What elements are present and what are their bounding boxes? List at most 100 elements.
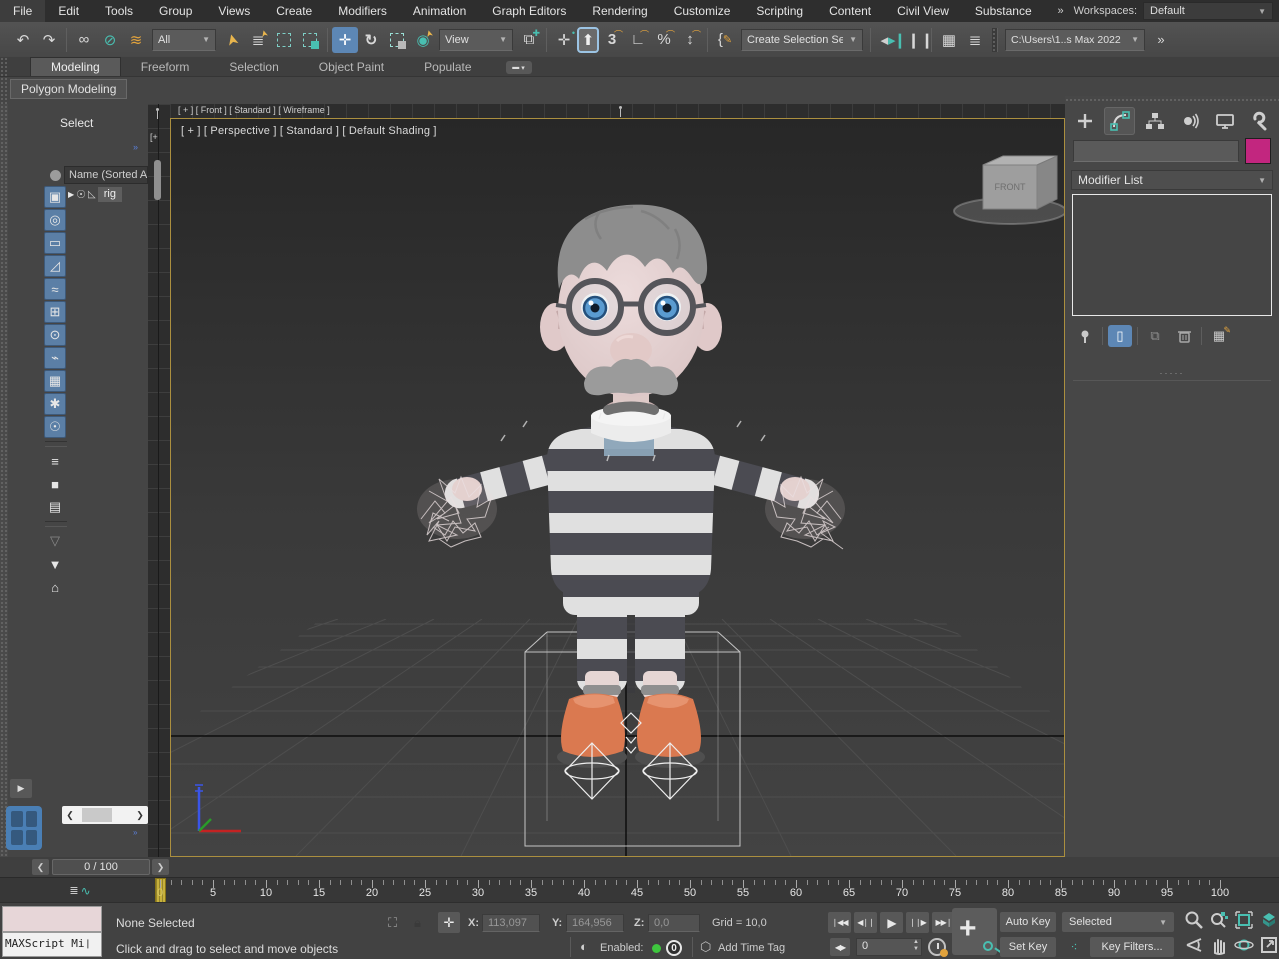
modifier-list-dropdown[interactable]: Modifier List ▼: [1071, 170, 1273, 190]
tab-display[interactable]: [1209, 107, 1240, 135]
z-coordinate-field[interactable]: 0,0: [648, 914, 700, 932]
explorer-list-view-icon[interactable]: ≡: [44, 450, 66, 472]
explorer-radio-icon[interactable]: [50, 170, 61, 181]
polygon-modeling-tab[interactable]: Polygon Modeling: [10, 79, 128, 99]
scroll-right-icon[interactable]: ❯: [132, 810, 148, 821]
explorer-detail-view-icon[interactable]: ▤: [44, 496, 66, 518]
configure-modifier-sets-icon[interactable]: ▦ ✎: [1207, 325, 1231, 347]
tab-create[interactable]: [1069, 107, 1100, 135]
panel-resize-handle[interactable]: ·····: [1065, 368, 1279, 378]
viewport-layout-tabs-button[interactable]: [6, 806, 42, 850]
edit-named-selection-sets-icon[interactable]: {✎: [712, 27, 738, 53]
spinner-snap-toggle-icon[interactable]: ↕ ⌒: [677, 27, 703, 53]
pin-stack-icon[interactable]: [1073, 325, 1097, 347]
x-coordinate-field[interactable]: 113,097: [482, 914, 540, 932]
current-frame-field[interactable]: 0 ▲ ▼: [856, 938, 922, 956]
menubar-item[interactable]: Content: [816, 0, 884, 22]
explorer-block-view-icon[interactable]: ■: [44, 473, 66, 495]
tab-modify[interactable]: [1104, 107, 1135, 135]
select-and-manipulate-icon[interactable]: ✛ •: [551, 27, 577, 53]
explorer-archive-icon[interactable]: ⌂: [44, 576, 66, 598]
zoom-extents-icon[interactable]: [1232, 908, 1256, 932]
next-frame-button[interactable]: ❘❘▶: [906, 912, 929, 933]
filter-display-xrefs-icon[interactable]: ⊙: [44, 324, 66, 346]
menubar-item[interactable]: Group: [146, 0, 205, 22]
redo-button[interactable]: ↷: [36, 27, 62, 53]
menu-overflow-icon[interactable]: »: [1050, 5, 1072, 17]
menubar-item[interactable]: Rendering: [579, 0, 660, 22]
explorer-filter-icon[interactable]: ▼: [44, 553, 66, 575]
window-crossing-toggle-icon[interactable]: [297, 27, 323, 53]
select-and-move-button[interactable]: ✛: [332, 26, 358, 53]
filter-display-bones-icon[interactable]: ⌁: [44, 347, 66, 369]
menubar-item[interactable]: Graph Editors: [479, 0, 579, 22]
explorer-expand-icon[interactable]: »: [133, 142, 138, 152]
key-filters-icon[interactable]: ⁖: [1062, 937, 1086, 957]
selectable-icon[interactable]: ◺: [88, 189, 96, 200]
frame-spinner[interactable]: ▲ ▼: [913, 939, 919, 953]
explorer-filter-off-icon[interactable]: ▽: [44, 530, 66, 552]
previous-frame-button[interactable]: ◀❘❘: [854, 912, 877, 933]
use-pivot-point-center-icon[interactable]: ⧉ ✚: [516, 27, 542, 53]
filter-display-groups-icon[interactable]: ⊞: [44, 301, 66, 323]
select-link-icon[interactable]: ∞: [71, 27, 97, 53]
select-and-rotate-button[interactable]: ↻: [358, 27, 384, 53]
time-configuration-icon[interactable]: [928, 938, 948, 957]
key-filters-button[interactable]: Key Filters...: [1090, 937, 1174, 957]
viewport-canvas[interactable]: FRONT: [171, 119, 1064, 856]
expand-arrow-icon[interactable]: ▶: [68, 190, 74, 199]
select-and-place-button[interactable]: ◉ ➤: [410, 27, 436, 53]
expand-panel-arrow-button[interactable]: ▶: [10, 779, 32, 798]
show-end-result-icon[interactable]: ▯: [1108, 325, 1132, 347]
menubar-item[interactable]: Civil View: [884, 0, 962, 22]
tab-utilities[interactable]: [1244, 107, 1275, 135]
ribbon-tab[interactable]: Populate: [404, 58, 491, 76]
visibility-eye-icon[interactable]: ☉: [76, 188, 86, 201]
selection-lock-icon[interactable]: 🔒︎: [414, 915, 421, 931]
bind-to-spacewarp-icon[interactable]: ≋: [123, 27, 149, 53]
select-by-name-icon[interactable]: ≣ ➤: [245, 27, 271, 53]
menubar-item[interactable]: Views: [205, 0, 263, 22]
orbit-icon[interactable]: [1232, 933, 1256, 957]
enabled-count-badge[interactable]: 0: [666, 940, 682, 956]
object-name-field[interactable]: [1073, 140, 1239, 162]
play-button[interactable]: ▶: [880, 912, 903, 933]
filter-display-cameras-icon[interactable]: ▭: [44, 232, 66, 254]
mini-curve-editor-button[interactable]: ≣ ∿: [60, 881, 100, 900]
menubar-item[interactable]: Scripting: [743, 0, 816, 22]
add-time-tag-label[interactable]: Add Time Tag: [718, 942, 785, 954]
track-bar[interactable]: ≣ ∿ 0 5 10 15 20 25 30 35 40 45 50 55 60 65 70 75 80 85 90 9…: [0, 877, 1279, 903]
splitter-handle[interactable]: [154, 160, 161, 200]
snaps-toggle-icon[interactable]: 3 ⌒: [599, 27, 625, 53]
ribbon-minimize-button[interactable]: ▬ ▾: [505, 61, 532, 74]
rectangular-selection-region-icon[interactable]: [271, 27, 297, 53]
filter-display-particles-icon[interactable]: ✱: [44, 393, 66, 415]
set-keys-button[interactable]: +: [952, 908, 997, 955]
collapsed-front-viewport[interactable]: [ + ] [ Front ] [ Standard ] [ Wireframe…: [170, 104, 1065, 118]
project-folder-dropdown[interactable]: C:\Users\1..s Max 2022 ▼: [1005, 28, 1145, 51]
viewport-label-menu[interactable]: [ + ] [ Perspective ] [ Standard ] [ Def…: [181, 125, 437, 137]
toolbar-overflow-icon[interactable]: »: [1148, 27, 1174, 53]
mini-expand-icon[interactable]: »: [133, 828, 137, 837]
reference-coordinate-dropdown[interactable]: View ▼: [439, 28, 513, 51]
scene-node-label[interactable]: rig: [97, 187, 122, 202]
collapsed-left-viewport[interactable]: [+: [148, 104, 170, 857]
horizontal-scrollbar[interactable]: ❮ ❯: [62, 806, 148, 824]
menubar-item[interactable]: File: [0, 0, 46, 22]
zoom-icon[interactable]: [1182, 908, 1206, 932]
maxscript-mini-listener-pink[interactable]: [2, 906, 102, 932]
maximize-viewport-toggle-icon[interactable]: [1257, 933, 1279, 957]
scroll-left-icon[interactable]: ❮: [62, 810, 78, 821]
filter-display-helpers-icon[interactable]: ◿: [44, 255, 66, 277]
named-selection-set-dropdown[interactable]: Create Selection Se ▼: [741, 28, 863, 51]
auto-key-button[interactable]: Auto Key: [1000, 912, 1056, 932]
ribbon-tab[interactable]: Selection: [209, 58, 298, 76]
maxscript-mini-listener-input[interactable]: MAXScript Mi❘: [2, 932, 102, 957]
menubar-item[interactable]: Modifiers: [325, 0, 400, 22]
tab-motion[interactable]: [1174, 107, 1205, 135]
workspaces-dropdown[interactable]: Default ▼: [1143, 2, 1273, 20]
filter-display-containers-icon[interactable]: ▦: [44, 370, 66, 392]
filter-display-lights-icon[interactable]: ◎: [44, 209, 66, 231]
ribbon-tab[interactable]: Freeform: [121, 58, 210, 76]
object-color-swatch[interactable]: [1245, 138, 1271, 164]
